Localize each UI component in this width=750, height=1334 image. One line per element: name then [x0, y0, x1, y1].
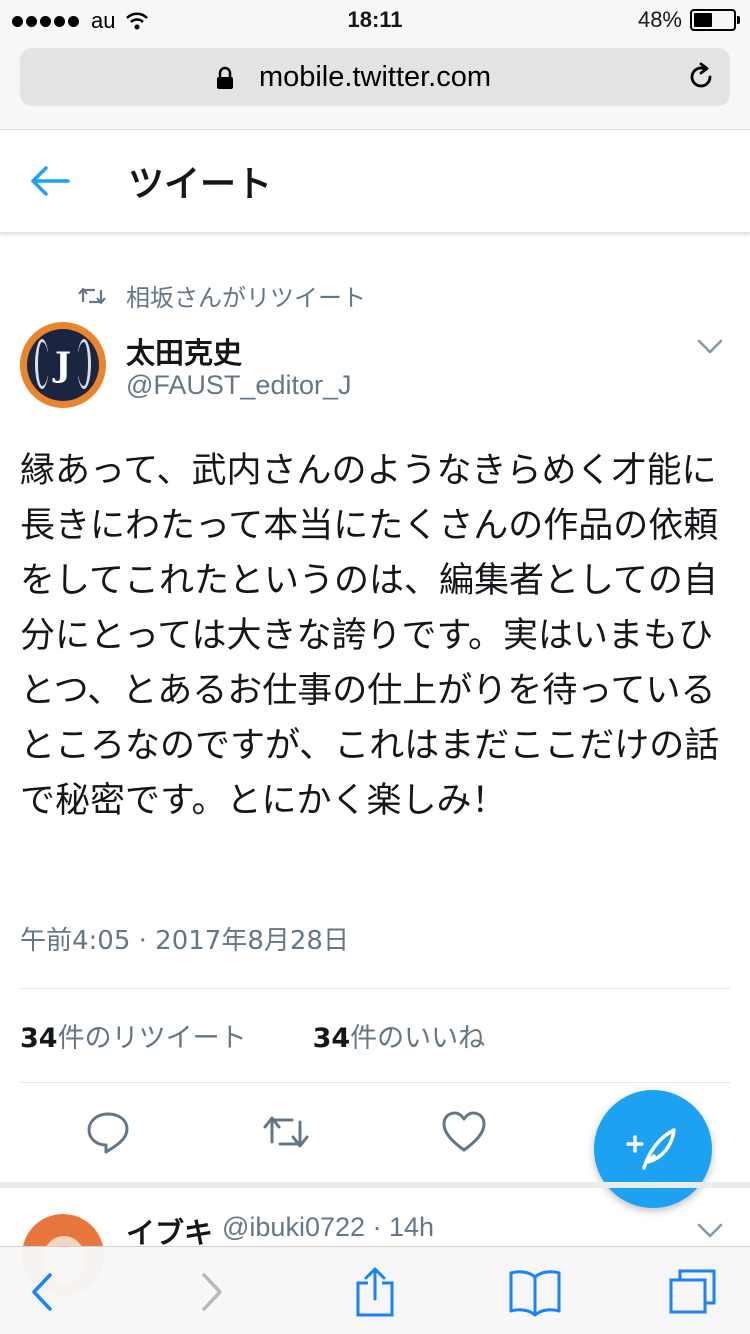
url-text: mobile.twitter.com — [258, 61, 492, 93]
share-icon[interactable] — [348, 1267, 402, 1317]
chevron-down-icon[interactable] — [696, 338, 724, 356]
address-bar[interactable]: mobile.twitter.com — [20, 48, 730, 106]
feather-plus-icon — [626, 1128, 676, 1170]
reload-icon[interactable] — [686, 62, 716, 92]
retweeted-by-text: 相坂さんがリツイート — [126, 284, 366, 312]
divider — [20, 1082, 730, 1083]
battery-percent: 48% — [637, 7, 682, 32]
divider — [20, 988, 730, 989]
avatar-letter: J — [54, 345, 72, 385]
avatar[interactable]: J — [20, 322, 106, 408]
retweet-count-label: 件のリツイート — [57, 1023, 247, 1054]
chevron-down-icon[interactable] — [696, 1222, 724, 1240]
tweet-stats: 34件のリツイート 34件のいいね — [20, 1016, 551, 1055]
heart-icon[interactable] — [440, 1108, 488, 1156]
retweet-count: 34 — [20, 1023, 58, 1054]
compose-tweet-button[interactable] — [594, 1090, 712, 1208]
reply-handle-time[interactable]: @ibuki0722 · 14h — [222, 1212, 434, 1243]
tweet-timestamp[interactable]: 午前4:05 · 2017年8月28日 — [20, 920, 349, 957]
like-count-label: 件のいいね — [350, 1023, 486, 1054]
like-count-link[interactable]: 34件のいいね — [313, 1016, 486, 1055]
browser-address-area: mobile.twitter.com — [0, 40, 750, 130]
chevron-left-icon[interactable] — [16, 1267, 70, 1317]
author-name[interactable]: 太田克史 — [126, 330, 242, 372]
arrow-left-icon[interactable] — [28, 161, 72, 201]
retweet-icon[interactable] — [262, 1108, 310, 1156]
retweet-indicator: 相坂さんがリツイート — [78, 278, 366, 313]
like-count: 34 — [312, 1023, 351, 1054]
retweet-icon — [78, 287, 106, 304]
author-handle[interactable]: @FAUST_editor_J — [126, 370, 352, 401]
tweet-text: 縁あって、武内さんのようなきらめく才能に長きにわたって本当にたくさんの作品の依頼… — [20, 451, 720, 821]
book-icon[interactable] — [508, 1267, 562, 1317]
battery-status: 48% — [637, 7, 740, 33]
speech-bubble-icon[interactable] — [84, 1108, 132, 1156]
battery-fill — [694, 13, 712, 27]
page-title: ツイート — [128, 164, 273, 205]
status-bar: au 18:11 48% — [0, 0, 750, 40]
avatar-logo: J — [27, 329, 99, 401]
browser-toolbar — [0, 1246, 750, 1334]
retweet-count-link[interactable]: 34件のリツイート — [20, 1016, 247, 1055]
section-separator — [0, 1182, 750, 1188]
page-header: ツイート — [0, 131, 750, 233]
chevron-right-icon[interactable] — [184, 1267, 238, 1317]
tabs-icon[interactable] — [666, 1267, 720, 1317]
battery-icon — [690, 9, 740, 31]
